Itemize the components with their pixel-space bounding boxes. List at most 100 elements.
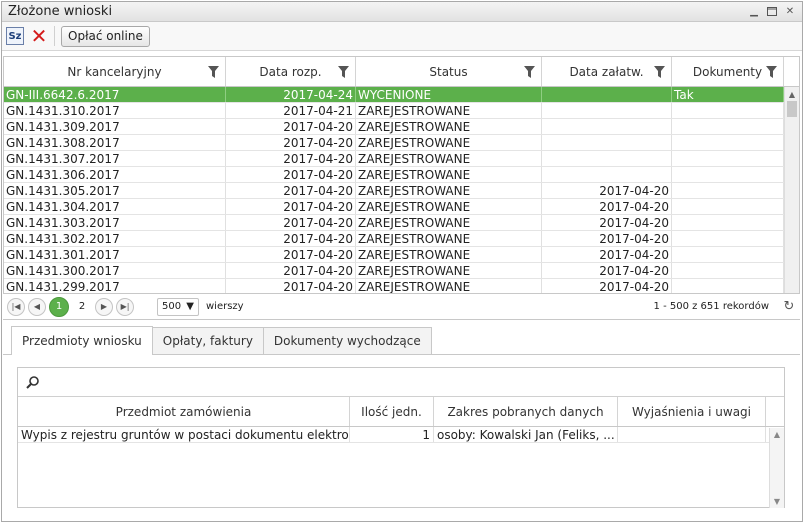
table-row[interactable]: GN.1431.305.2017 2017-04-20 ZAREJESTROWANE… [4, 183, 799, 199]
prev-page-icon[interactable]: ◀ [28, 297, 46, 316]
scroll-thumb[interactable] [787, 101, 797, 117]
table-cell [618, 427, 766, 442]
table-cell: ZAREJESTROWANE [356, 279, 542, 293]
table-cell: GN.1431.308.2017 [4, 135, 226, 150]
table-cell [542, 119, 672, 134]
table-cell: ZAREJESTROWANE [356, 231, 542, 246]
table-cell [672, 215, 784, 230]
column-label: Dokumenty [692, 64, 763, 79]
table-cell: WYCENIONE [356, 87, 542, 102]
table-row[interactable]: GN.1431.309.2017 2017-04-20 ZAREJESTROWANE [4, 119, 799, 135]
page-2-button[interactable]: 2 [72, 297, 92, 317]
minimize-icon[interactable]: ▁ [748, 6, 760, 18]
table-cell [672, 183, 784, 198]
column-header-notes[interactable]: Wyjaśnienia i uwagi [618, 397, 766, 426]
column-header-start-date[interactable]: Data rozp. [226, 57, 356, 86]
column-header-documents[interactable]: Dokumenty [672, 57, 784, 86]
table-cell: 2017-04-20 [542, 247, 672, 262]
column-label: Nr kancelaryjny [67, 64, 162, 79]
column-label: Data rozp. [259, 64, 322, 79]
table-cell: GN-III.6642.6.2017 [4, 87, 226, 102]
maximize-icon[interactable] [766, 6, 778, 18]
tab-request-items[interactable]: Przedmioty wniosku [11, 326, 153, 355]
table-row[interactable]: GN.1431.304.2017 2017-04-20 ZAREJESTROWANE… [4, 199, 799, 215]
table-row[interactable]: GN.1431.299.2017 2017-04-20 ZAREJESTROWANE… [4, 279, 799, 293]
last-page-icon[interactable]: ▶| [116, 297, 134, 316]
first-page-icon[interactable]: |◀ [7, 297, 25, 316]
table-cell [672, 199, 784, 214]
table-row[interactable]: GN.1431.307.2017 2017-04-20 ZAREJESTROWANE [4, 151, 799, 167]
column-header-data-scope[interactable]: Zakres pobranych danych [434, 397, 618, 426]
column-label: Data załatw. [569, 64, 644, 79]
page-size-select[interactable]: 500 ▼ [157, 297, 199, 316]
column-header-status[interactable]: Status [356, 57, 542, 86]
table-cell: ZAREJESTROWANE [356, 119, 542, 134]
column-header-quantity[interactable]: Ilość jedn. [350, 397, 434, 426]
table-cell: GN.1431.310.2017 [4, 103, 226, 118]
table-cell [672, 231, 784, 246]
tab-strip: Przedmioty wniosku Opłaty, faktury Dokum… [3, 323, 800, 355]
table-cell [542, 151, 672, 166]
table-cell: ZAREJESTROWANE [356, 151, 542, 166]
scroll-up-icon[interactable]: ▲ [785, 87, 799, 101]
next-page-icon[interactable]: ▶ [95, 297, 113, 316]
column-header-item[interactable]: Przedmiot zamówienia [18, 397, 350, 426]
page-1-button[interactable]: 1 [49, 296, 69, 317]
table-cell: 2017-04-20 [226, 231, 356, 246]
table-row[interactable]: GN.1431.308.2017 2017-04-20 ZAREJESTROWANE [4, 135, 799, 151]
panel-toolbar [18, 368, 784, 397]
table-row[interactable]: GN.1431.303.2017 2017-04-20 ZAREJESTROWANE… [4, 215, 799, 231]
table-row[interactable]: GN.1431.310.2017 2017-04-21 ZAREJESTROWANE [4, 103, 799, 119]
table-cell: 1 [350, 427, 434, 442]
pay-online-button[interactable]: Opłać online [61, 25, 150, 47]
refresh-icon[interactable]: ↻ [782, 299, 796, 314]
table-row[interactable]: GN.1431.306.2017 2017-04-20 ZAREJESTROWANE [4, 167, 799, 183]
tab-outgoing-documents[interactable]: Dokumenty wychodzące [262, 327, 432, 354]
filter-icon[interactable] [766, 66, 777, 78]
table-cell [672, 279, 784, 293]
table-cell: 2017-04-20 [542, 279, 672, 293]
table-row[interactable]: GN.1431.300.2017 2017-04-20 ZAREJESTROWANE… [4, 263, 799, 279]
grid-scrollbar[interactable]: ▲ [784, 87, 799, 293]
grid-body: GN-III.6642.6.2017 2017-04-24 WYCENIONE Tak… [4, 87, 799, 293]
chevron-down-icon: ▼ [186, 301, 194, 312]
column-header-completion-date[interactable]: Data załatw. [542, 57, 672, 86]
table-row[interactable]: GN.1431.301.2017 2017-04-20 ZAREJESTROWANE… [4, 247, 799, 263]
table-cell: 2017-04-20 [226, 151, 356, 166]
filter-icon[interactable] [524, 66, 535, 78]
page-size-label: wierszy [206, 301, 244, 312]
table-cell [672, 167, 784, 182]
window-titlebar: Złożone wnioski ▁ ✕ [2, 2, 802, 22]
table-cell: Tak [672, 87, 784, 102]
table-cell: GN.1431.300.2017 [4, 263, 226, 278]
column-header-number[interactable]: Nr kancelaryjny [4, 57, 226, 86]
filter-icon[interactable] [654, 66, 665, 78]
scroll-up-icon[interactable]: ▲ [774, 430, 780, 439]
table-row[interactable]: GN-III.6642.6.2017 2017-04-24 WYCENIONE Tak [4, 87, 799, 103]
subgrid-scrollbar[interactable]: ▲ ▼ [769, 428, 784, 508]
delete-icon[interactable]: ✕ [30, 26, 48, 46]
record-info: 1 - 500 z 651 rekordów [653, 301, 769, 312]
table-row[interactable]: Wypis z rejestru gruntów w postaci dokum… [18, 427, 784, 443]
table-cell: 2017-04-20 [226, 183, 356, 198]
table-cell: 2017-04-20 [542, 263, 672, 278]
column-label: Status [429, 64, 468, 79]
table-cell [672, 119, 784, 134]
filter-icon[interactable] [338, 66, 349, 78]
search-icon[interactable] [24, 373, 42, 391]
tab-payments-invoices[interactable]: Opłaty, faktury [151, 327, 264, 354]
table-cell: 2017-04-20 [226, 135, 356, 150]
filter-icon[interactable] [208, 66, 219, 78]
table-cell [672, 135, 784, 150]
sz-button[interactable]: Sz [6, 27, 24, 45]
table-cell: 2017-04-20 [226, 215, 356, 230]
request-items-panel: Przedmiot zamówienia Ilość jedn. Zakres … [17, 367, 785, 508]
scroll-down-icon[interactable]: ▼ [774, 497, 780, 506]
table-row[interactable]: GN.1431.302.2017 2017-04-20 ZAREJESTROWANE… [4, 231, 799, 247]
table-cell: 2017-04-20 [226, 279, 356, 293]
grid-header: Nr kancelaryjny Data rozp. Status Data z… [4, 57, 799, 87]
table-cell: 2017-04-20 [226, 119, 356, 134]
close-icon[interactable]: ✕ [784, 6, 796, 18]
table-cell: GN.1431.309.2017 [4, 119, 226, 134]
table-cell: 2017-04-20 [226, 263, 356, 278]
